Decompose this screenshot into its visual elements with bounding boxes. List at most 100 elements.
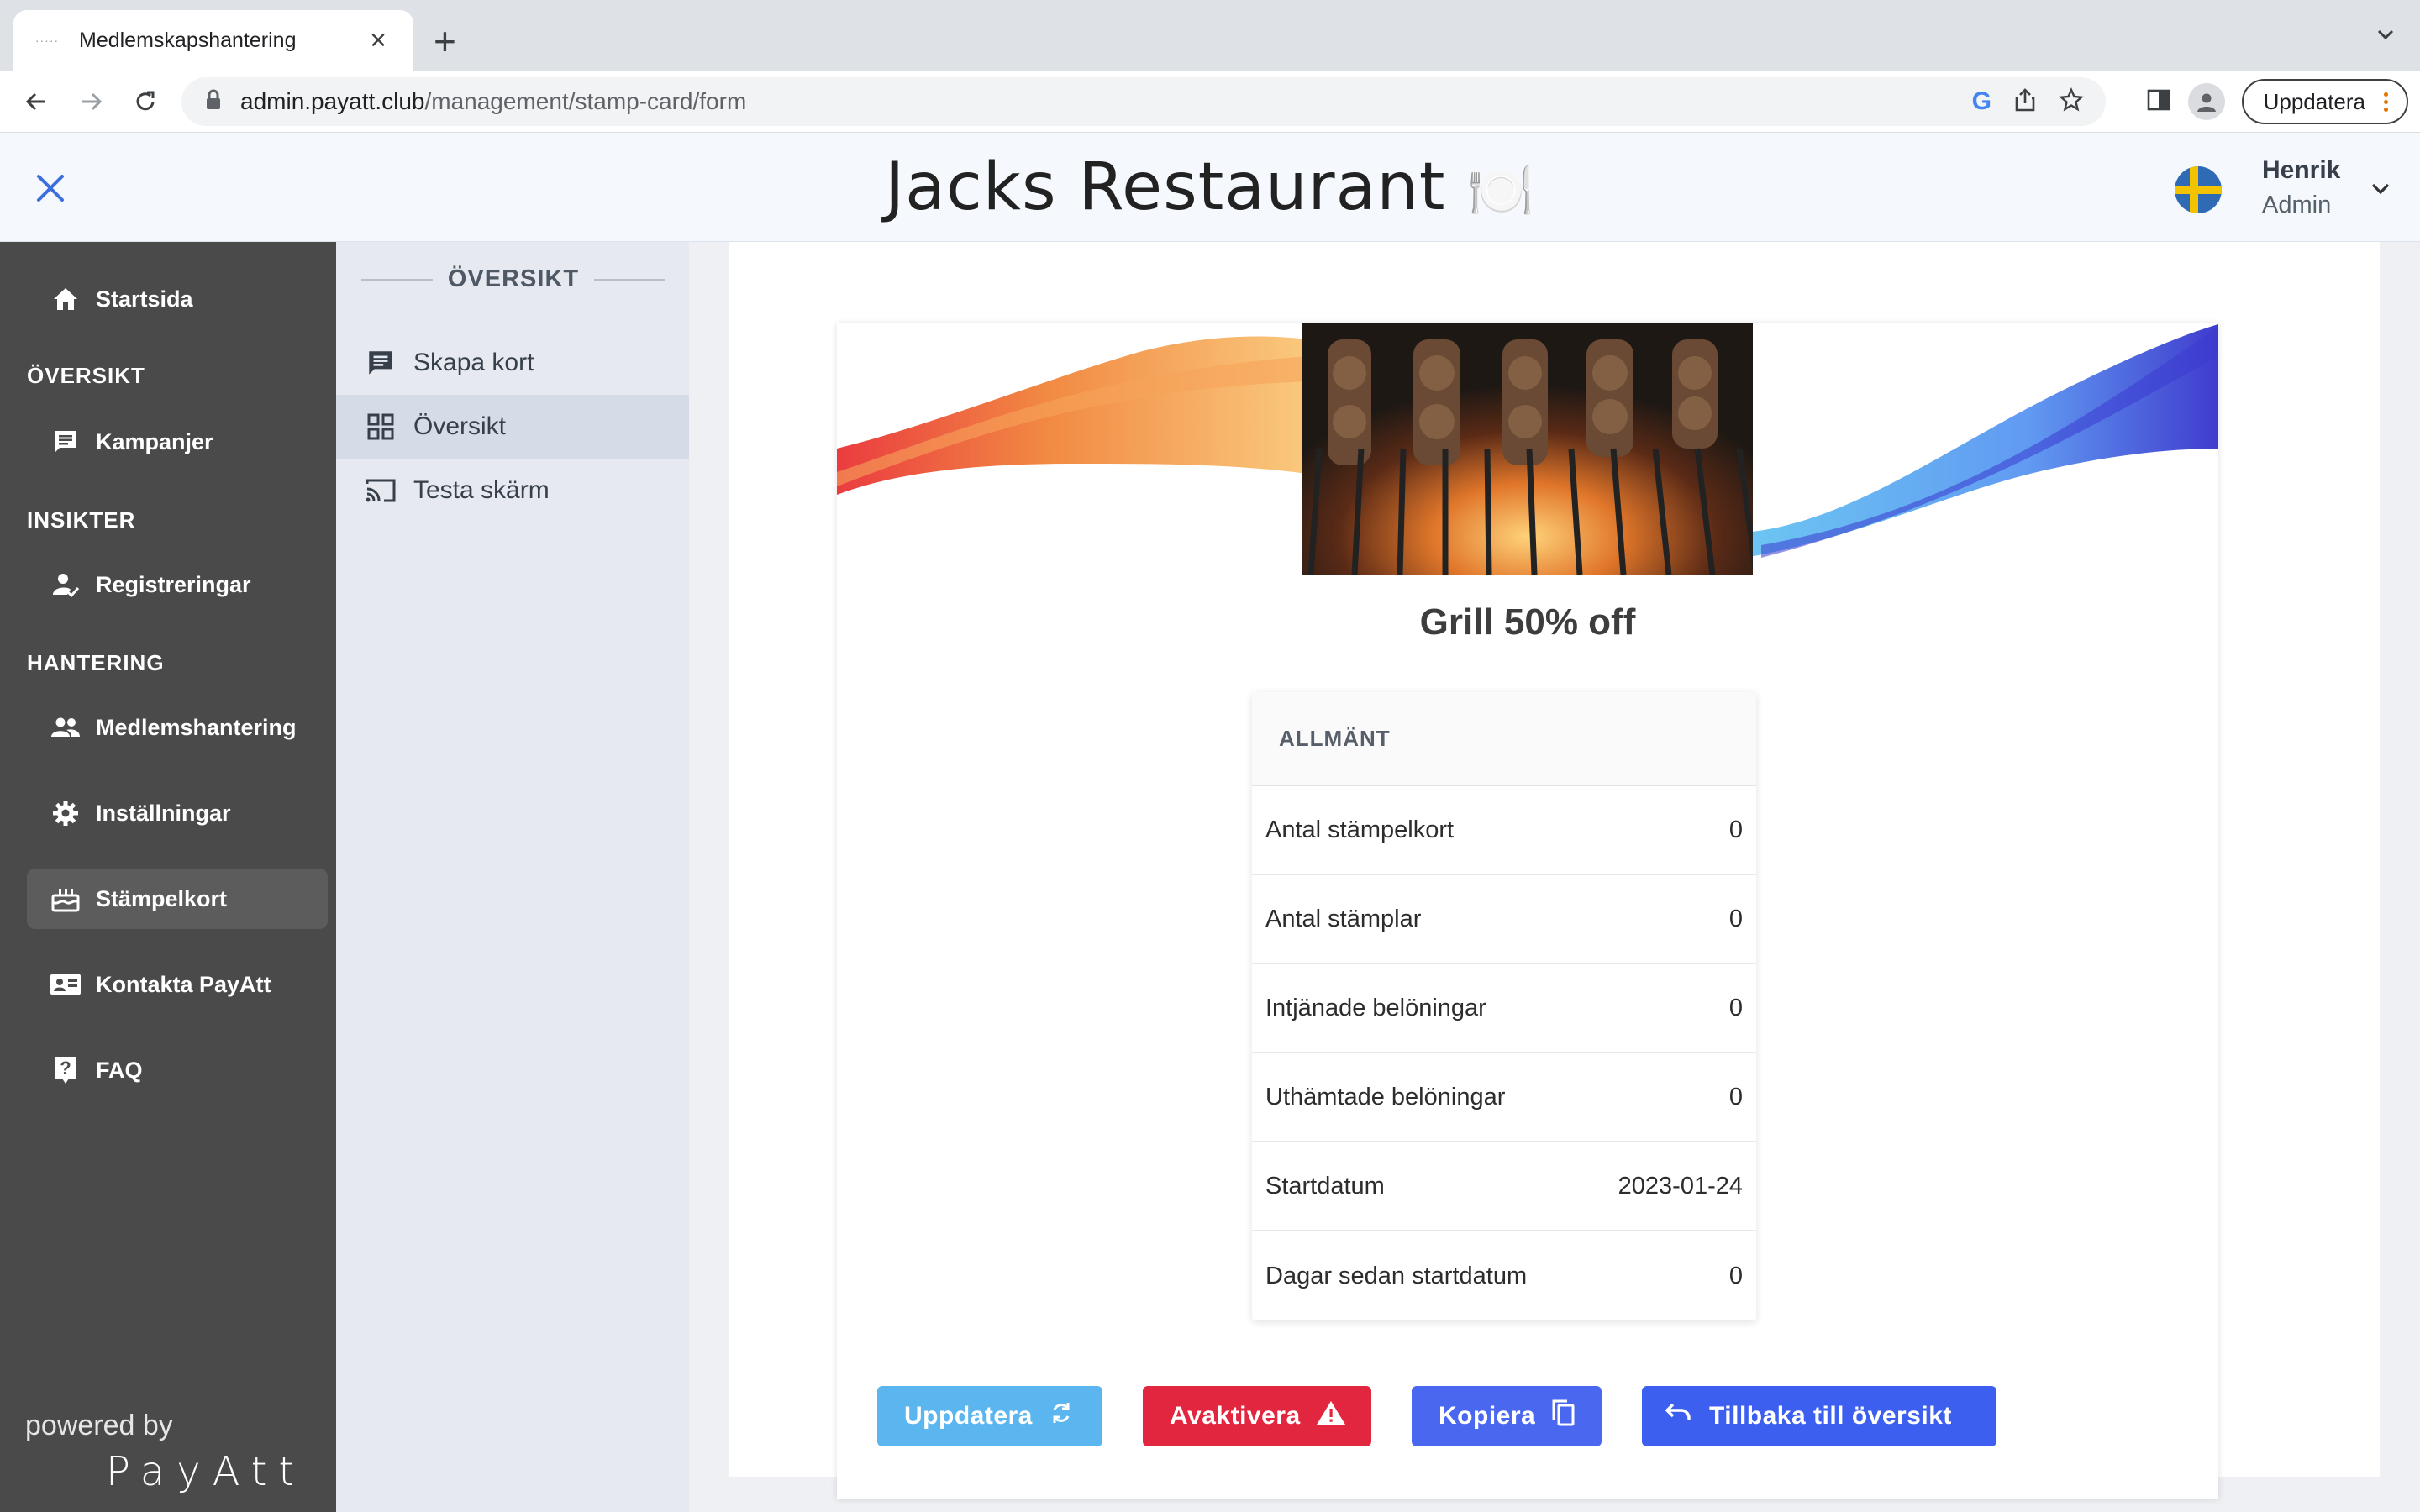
person-check-icon (49, 568, 82, 601)
message-icon (363, 345, 398, 381)
sidebar-item-label: Inställningar (96, 800, 231, 826)
stats-value: 0 (1728, 994, 1743, 1021)
share-icon[interactable] (2013, 87, 2037, 117)
stats-value: 0 (1728, 1083, 1743, 1110)
subnav-item-skapa-kort[interactable]: Skapa kort (336, 331, 689, 395)
sub-navigation: ÖVERSIKT Skapa kort Översikt Testa skärm (336, 242, 689, 1512)
home-icon (49, 282, 82, 316)
stats-label: Intjänade belöningar (1265, 994, 1486, 1021)
stats-row: Uthämtade belöningar 0 (1252, 1053, 1756, 1142)
sidebar-item-kontakta-payatt[interactable]: Kontakta PayAtt (27, 954, 328, 1015)
grill-food-image (1302, 323, 1753, 575)
sidebar-section-insikter: INSIKTER (27, 507, 136, 533)
cake-icon (49, 882, 82, 916)
sidebar-item-stampelkort[interactable]: Stämpelkort (27, 869, 328, 929)
address-bar[interactable]: admin.payatt.club/management/stamp-card/… (182, 77, 2106, 126)
reload-icon[interactable] (126, 82, 165, 121)
stats-value: 0 (1728, 1262, 1743, 1289)
sidebar-item-registreringar[interactable]: Registreringar (27, 554, 328, 615)
google-icon[interactable]: G (1972, 87, 1991, 116)
sidebar-item-startsida[interactable]: Startsida (27, 269, 328, 329)
action-buttons: Uppdatera Avaktivera Kopiera Tillbaka ti… (877, 1386, 1996, 1446)
tab-favicon-icon: ····· (34, 34, 60, 47)
sidebar-item-medlemshantering[interactable]: Medlemshantering (27, 697, 328, 758)
stats-row: Startdatum 2023-01-24 (1252, 1142, 1756, 1231)
sidebar-item-label: FAQ (96, 1057, 143, 1083)
powered-by-text: powered by (25, 1410, 173, 1441)
sidebar-item-installningar[interactable]: Inställningar (27, 783, 328, 843)
stats-value: 0 (1728, 816, 1743, 843)
url-text: admin.payatt.club/management/stamp-card/… (240, 88, 746, 115)
bookmark-star-icon[interactable] (2059, 87, 2084, 117)
gear-icon (49, 796, 82, 830)
contact-card-icon (49, 968, 82, 1001)
lock-icon[interactable] (205, 89, 222, 115)
undo-icon (1664, 1400, 1694, 1432)
stats-row: Antal stämpelkort 0 (1252, 786, 1756, 875)
user-role: Admin (2262, 192, 2332, 218)
user-menu-chevron-icon[interactable] (2368, 176, 2393, 206)
subnav-item-label: Skapa kort (413, 349, 534, 376)
copy-button[interactable]: Kopiera (1412, 1386, 1602, 1446)
copy-button-label: Kopiera (1439, 1402, 1536, 1430)
stats-row: Intjänade belöningar 0 (1252, 964, 1756, 1053)
message-icon (49, 425, 82, 459)
stats-label: Antal stämpelkort (1265, 816, 1455, 843)
subnav-item-testa-skarm[interactable]: Testa skärm (336, 459, 689, 522)
plate-emoji: 🍽️ (1467, 160, 1535, 223)
group-icon (49, 711, 82, 744)
back-arrow-icon[interactable] (17, 82, 55, 121)
sidebar-item-label: Startsida (96, 286, 193, 312)
browser-update-button[interactable]: Uppdatera (2241, 79, 2408, 124)
cast-icon (363, 473, 398, 508)
tab-search-chevron-icon[interactable] (2373, 22, 2398, 51)
browser-toolbar: admin.payatt.club/management/stamp-card/… (0, 71, 2420, 133)
subnav-item-label: Testa skärm (413, 476, 550, 504)
swedish-flag-icon[interactable] (2175, 166, 2222, 213)
stats-label: Uthämtade belöningar (1265, 1083, 1506, 1110)
subnav-heading: ÖVERSIKT (361, 265, 666, 293)
stats-value: 0 (1728, 905, 1743, 932)
stats-row: Antal stämplar 0 (1252, 875, 1756, 964)
grid-icon (363, 409, 398, 444)
deactivate-button[interactable]: Avaktivera (1143, 1386, 1371, 1446)
warning-icon (1316, 1399, 1346, 1433)
stats-label: Dagar sedan startdatum (1265, 1262, 1528, 1289)
tab-close-icon[interactable]: × (363, 25, 393, 55)
stats-table: ALLMÄNT Antal stämpelkort 0 Antal stämpla… (1252, 692, 1756, 1320)
back-to-overview-button[interactable]: Tillbaka till översikt (1642, 1386, 1996, 1446)
sidebar-item-label: Stämpelkort (96, 885, 228, 911)
deactivate-button-label: Avaktivera (1170, 1402, 1301, 1430)
forward-arrow-icon[interactable] (72, 82, 111, 121)
main-content: Grill 50% off ALLMÄNT Antal stämpelkort 0… (689, 242, 2420, 1512)
update-button[interactable]: Uppdatera (877, 1386, 1102, 1446)
sidebar-item-label: Registreringar (96, 571, 251, 597)
content-panel: Grill 50% off ALLMÄNT Antal stämpelkort 0… (729, 242, 2380, 1499)
profile-avatar-icon[interactable] (2187, 83, 2225, 120)
stats-heading: ALLMÄNT (1252, 692, 1756, 786)
browser-update-label: Uppdatera (2263, 88, 2365, 114)
url-host: admin.payatt.club (240, 88, 425, 114)
new-tab-icon[interactable]: + (434, 20, 456, 62)
stats-row: Dagar sedan startdatum 0 (1252, 1231, 1756, 1320)
copy-icon (1550, 1398, 1577, 1435)
url-path: /management/stamp-card/form (424, 88, 747, 114)
sidebar-item-kampanjer[interactable]: Kampanjer (27, 412, 328, 472)
stats-value: 2023-01-24 (1618, 1172, 1743, 1200)
sync-icon (1048, 1399, 1075, 1433)
side-panel-icon[interactable] (2146, 87, 2171, 117)
sidebar-section-oversikt: ÖVERSIKT (27, 363, 145, 388)
more-vert-icon (2384, 91, 2388, 113)
sidebar: Startsida ÖVERSIKT Kampanjer INSIKTER Re… (0, 242, 336, 1512)
app-header: Jacks Restaurant 🍽️ Henrik Admin (0, 133, 2420, 242)
sidebar-item-faq[interactable]: ? FAQ (27, 1040, 328, 1100)
tab-title: Medlemskapshantering (79, 28, 297, 52)
restaurant-name: Jacks Restaurant (885, 150, 1446, 225)
user-name[interactable]: Henrik (2262, 156, 2340, 185)
subnav-item-oversikt[interactable]: Översikt (336, 395, 689, 459)
sidebar-item-label: Kampanjer (96, 428, 213, 454)
browser-tab[interactable]: ····· Medlemskapshantering × (13, 10, 413, 71)
browser-tab-bar: ····· Medlemskapshantering × + (0, 0, 2420, 71)
subnav-item-label: Översikt (413, 412, 507, 440)
restaurant-title: Jacks Restaurant 🍽️ (0, 150, 2420, 225)
